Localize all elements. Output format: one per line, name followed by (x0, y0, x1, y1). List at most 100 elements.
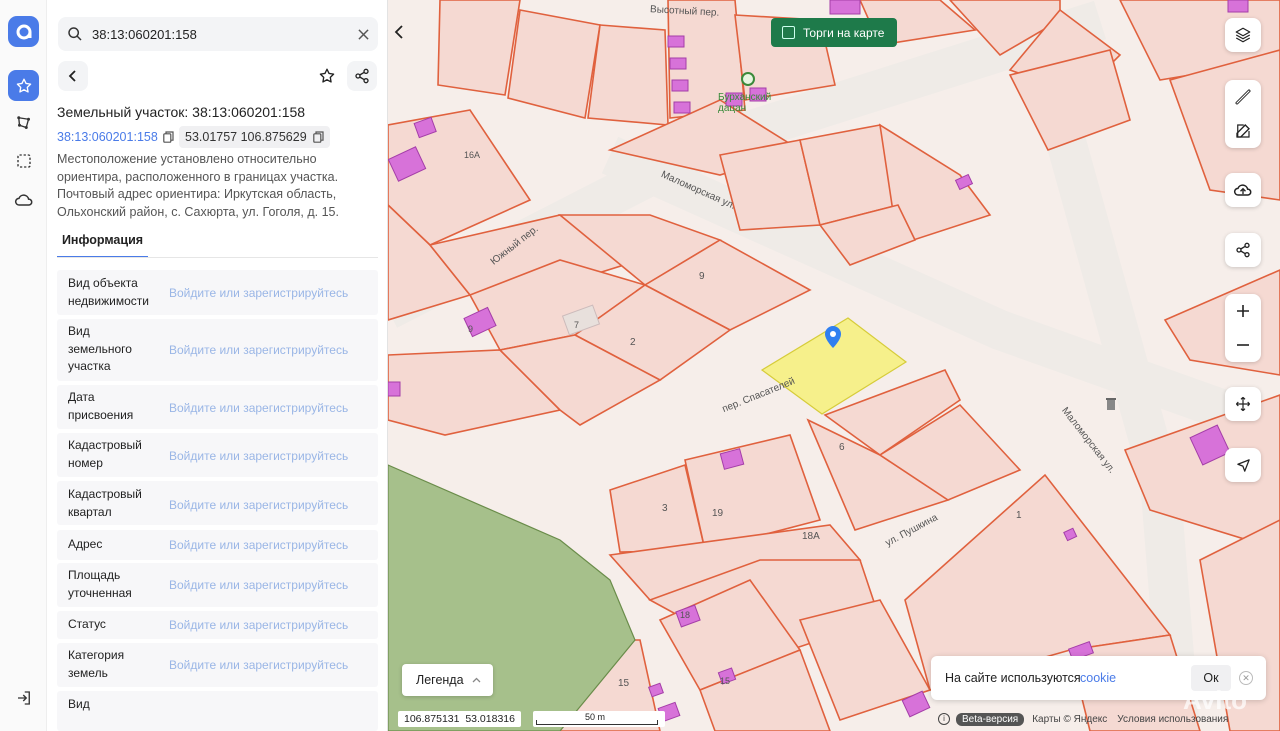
zoom-control (1225, 294, 1261, 362)
ruler-icon[interactable] (1225, 80, 1261, 114)
cookie-link[interactable]: cookie (1080, 671, 1116, 685)
row-label: Вид земельного участка (68, 324, 132, 373)
map-drawing (388, 0, 1280, 731)
poi-label: Бурханский дацан (718, 92, 772, 114)
map-canvas[interactable]: Высотный пер. Маломорская ул. Маломорска… (388, 0, 1280, 731)
temple-icon[interactable] (741, 72, 755, 86)
share-control[interactable] (1225, 233, 1261, 267)
scale-bar: 50 m (533, 711, 665, 727)
favorite-button[interactable] (312, 61, 342, 91)
parcel-number: 15 (618, 678, 630, 689)
close-icon[interactable]: ✕ (1239, 671, 1253, 685)
parcel-number: 18А (802, 531, 820, 542)
edit-icon[interactable] (1225, 114, 1261, 148)
app-logo[interactable] (8, 16, 39, 47)
table-row: Дата присвоения Войдите или зарегистриру… (57, 385, 378, 429)
parcel-number: 6 (839, 442, 845, 453)
layers-icon[interactable] (1225, 18, 1261, 52)
pan-control[interactable] (1225, 387, 1261, 421)
coordinates-chip[interactable]: 53.01757 106.875629 (179, 126, 330, 148)
table-row: Вид объекта недвижимости Войдите или зар… (57, 270, 378, 315)
info-icon[interactable]: i (938, 713, 950, 725)
legend-label: Легенда (416, 673, 464, 687)
row-label: Дата присвоения (68, 390, 134, 422)
yandex-credit[interactable]: Карты © Яндекс (1032, 714, 1107, 725)
login-link[interactable]: Войдите или зарегистрируйтесь (169, 578, 348, 592)
row-label: Площадь уточненная (68, 568, 132, 600)
logout-icon[interactable] (8, 682, 39, 713)
info-panel: 38:13:060201:158 Земельный участок: 38:1… (47, 0, 388, 731)
location-pin-icon[interactable] (824, 325, 842, 349)
parcel-number: 9 (468, 324, 474, 334)
star-icon[interactable] (8, 70, 39, 101)
back-button[interactable] (58, 61, 88, 91)
cloud-icon[interactable] (8, 184, 39, 215)
parcel-number: 16А (464, 150, 481, 160)
table-row: Категория земель Войдите или зарегистрир… (57, 643, 378, 687)
auction-label: Торги на карте (803, 25, 885, 40)
parcel-number: 18 (680, 610, 691, 620)
login-link[interactable]: Войдите или зарегистрируйтесь (169, 286, 348, 300)
login-link[interactable]: Войдите или зарегистрируйтесь (169, 401, 348, 415)
table-row: Площадь уточненная Войдите или зарегистр… (57, 563, 378, 607)
copy-icon[interactable] (162, 131, 174, 143)
table-row: Статус Войдите или зарегистрируйтесь (57, 611, 378, 639)
table-row: Кадастровый номер Войдите или зарегистри… (57, 433, 378, 477)
cloud-upload-icon[interactable] (1225, 173, 1261, 207)
search-bar[interactable]: 38:13:060201:158 (58, 17, 378, 51)
auction-toggle[interactable]: Торги на карте (771, 18, 897, 47)
watermark: Avito (1183, 685, 1248, 715)
layers-control[interactable] (1225, 18, 1261, 52)
move-icon[interactable] (1225, 387, 1261, 421)
object-description: Местоположение установлено относительно … (57, 152, 339, 219)
coord-lon: 106.875131 (404, 713, 460, 725)
row-label: Адрес (68, 537, 103, 551)
geolocation-control[interactable] (1225, 448, 1261, 482)
navigation-arrow-icon[interactable] (1225, 448, 1261, 482)
share-icon (355, 68, 369, 84)
table-row: Кадастровый квартал Войдите или зарегист… (57, 481, 378, 525)
parcel-number: 19 (712, 508, 724, 519)
star-icon (319, 68, 335, 83)
cadastral-number-text[interactable]: 38:13:060201:158 (57, 130, 158, 144)
login-link[interactable]: Войдите или зарегистрируйтесь (169, 449, 348, 463)
parcel-number: 3 (662, 503, 668, 514)
share-icon[interactable] (1225, 233, 1261, 267)
login-link[interactable]: Войдите или зарегистрируйтесь (169, 343, 348, 357)
trash-bin-icon (1106, 398, 1116, 410)
parcel-number: 1 (1016, 510, 1022, 521)
coord-lat: 53.018316 (465, 713, 515, 725)
login-link[interactable]: Войдите или зарегистрируйтесь (169, 658, 348, 672)
chevron-up-icon (472, 677, 481, 683)
row-label: Кадастровый квартал (68, 487, 142, 519)
zoom-out-icon[interactable] (1225, 328, 1261, 362)
share-button[interactable] (347, 61, 377, 91)
tab-divider (57, 257, 378, 258)
collapse-panel-button[interactable] (388, 18, 410, 46)
login-link[interactable]: Войдите или зарегистрируйтесь (169, 498, 348, 512)
clear-icon[interactable] (358, 29, 369, 40)
tab-information[interactable]: Информация (57, 228, 148, 258)
selection-icon[interactable] (8, 145, 39, 176)
zoom-in-icon[interactable] (1225, 294, 1261, 328)
object-title: Земельный участок: 38:13:060201:158 (57, 104, 306, 120)
cursor-coordinates: 106.875131 53.018316 (398, 711, 521, 727)
login-link[interactable]: Войдите или зарегистрируйтесь (169, 618, 348, 632)
parcel-number: 2 (630, 337, 636, 348)
polygon-icon[interactable] (8, 107, 39, 138)
row-label: Категория земель (68, 648, 125, 680)
legend-button[interactable]: Легенда (402, 664, 493, 696)
row-label: Вид (68, 697, 90, 711)
draw-control (1225, 80, 1261, 148)
search-input[interactable]: 38:13:060201:158 (92, 27, 197, 42)
row-label: Кадастровый номер (68, 438, 142, 470)
parcel-number: 7 (574, 320, 580, 330)
auction-checkbox[interactable] (782, 26, 795, 39)
upload-control[interactable] (1225, 173, 1261, 207)
coordinates-text: 53.01757 106.875629 (185, 130, 307, 144)
table-row: Вид (57, 691, 378, 731)
cadastral-number-link[interactable]: 38:13:060201:158 (57, 126, 174, 148)
chevron-left-icon (394, 25, 403, 39)
copy-icon[interactable] (312, 131, 324, 143)
login-link[interactable]: Войдите или зарегистрируйтесь (169, 538, 348, 552)
